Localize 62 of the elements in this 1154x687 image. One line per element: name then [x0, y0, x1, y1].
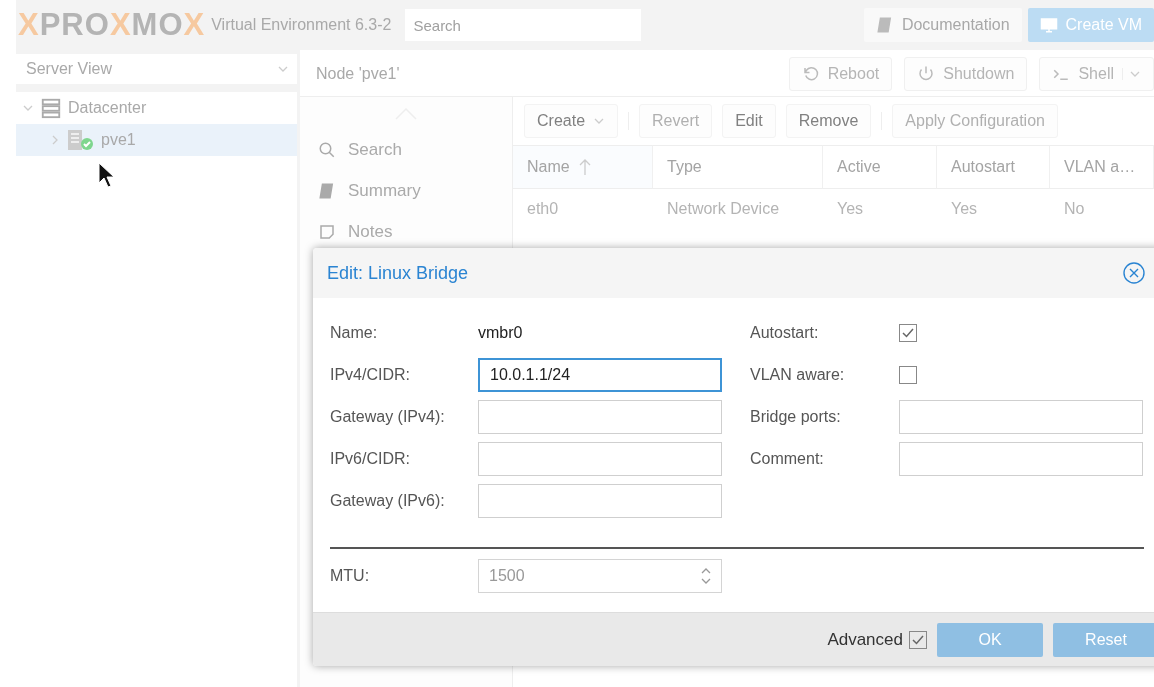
note-icon: [318, 222, 336, 241]
field-label: Gateway (IPv4):: [330, 408, 446, 426]
column-header[interactable]: Name: [513, 145, 653, 189]
sort-arrow-icon: [577, 158, 592, 176]
text-field[interactable]: 10.0.1.1/24: [478, 358, 722, 392]
checkbox[interactable]: [899, 366, 917, 384]
dialog-title: Edit: Linux Bridge: [327, 262, 469, 284]
field-label: Name:: [330, 324, 379, 342]
monitor-icon: [1039, 16, 1058, 34]
text-field[interactable]: [478, 484, 722, 518]
logo: XPROXMOX: [18, 7, 206, 43]
column-header[interactable]: Type: [653, 145, 823, 189]
power-icon: [917, 65, 936, 83]
node-button[interactable]: Shell: [1039, 57, 1154, 91]
advanced-checkbox[interactable]: [909, 630, 927, 649]
node-button[interactable]: Reboot: [788, 57, 893, 91]
toolbar-button[interactable]: Remove: [785, 104, 872, 138]
text-field[interactable]: [899, 400, 1143, 434]
field-label: VLAN aware:: [750, 366, 846, 384]
tree-item[interactable]: pve1: [16, 124, 297, 156]
toolbar-button[interactable]: Edit: [722, 104, 776, 138]
search-field[interactable]: Search: [405, 9, 642, 41]
nav-item[interactable]: Search: [300, 129, 512, 170]
nav-item[interactable]: Notes: [300, 211, 512, 252]
header-button[interactable]: Documentation: [863, 8, 1022, 42]
field-label: IPv4/CIDR:: [330, 366, 411, 384]
version-label: Virtual Environment 6.3-2: [211, 16, 392, 34]
field-label: IPv6/CIDR:: [330, 450, 411, 468]
book-icon: [318, 181, 336, 200]
toolbar-button[interactable]: Create: [524, 104, 619, 138]
book-icon: [875, 16, 894, 34]
advanced-label: Advanced: [827, 629, 903, 650]
close-icon[interactable]: [1123, 262, 1145, 284]
table-cell-text: eth0: [526, 199, 560, 219]
reboot-icon: [801, 65, 820, 83]
server-status-icon: [67, 129, 95, 151]
node-button[interactable]: Shutdown: [904, 57, 1028, 91]
field-label: Comment:: [750, 450, 825, 468]
text-field[interactable]: [478, 442, 722, 476]
cursor-icon: [98, 162, 116, 188]
field-label: Bridge ports:: [750, 408, 842, 426]
text-field[interactable]: [478, 400, 722, 434]
search-icon: [318, 140, 336, 159]
node-title: Node 'pve1': [316, 65, 401, 83]
field-label: MTU:: [330, 567, 371, 585]
table-cell-text: No: [1063, 199, 1086, 219]
column-header[interactable]: VLAN a…: [1050, 145, 1154, 189]
column-header[interactable]: Active: [823, 145, 937, 189]
view-select[interactable]: Server View: [16, 54, 297, 84]
table-cell-text: Yes: [950, 199, 979, 219]
table-cell-text: Yes: [836, 199, 865, 219]
table-cell-text: Network Device: [666, 199, 781, 219]
checkbox[interactable]: [899, 324, 917, 342]
nav-item[interactable]: Summary: [300, 170, 512, 211]
server-rack-icon: [40, 97, 62, 119]
field-label: Autostart:: [750, 324, 820, 342]
column-header[interactable]: Autostart: [937, 145, 1050, 189]
field-value: vmbr0: [478, 324, 523, 341]
header-button[interactable]: Create VM: [1027, 8, 1154, 42]
field-label: Gateway (IPv6):: [330, 492, 446, 510]
text-field[interactable]: [899, 442, 1143, 476]
number-field[interactable]: 1500: [478, 559, 722, 593]
